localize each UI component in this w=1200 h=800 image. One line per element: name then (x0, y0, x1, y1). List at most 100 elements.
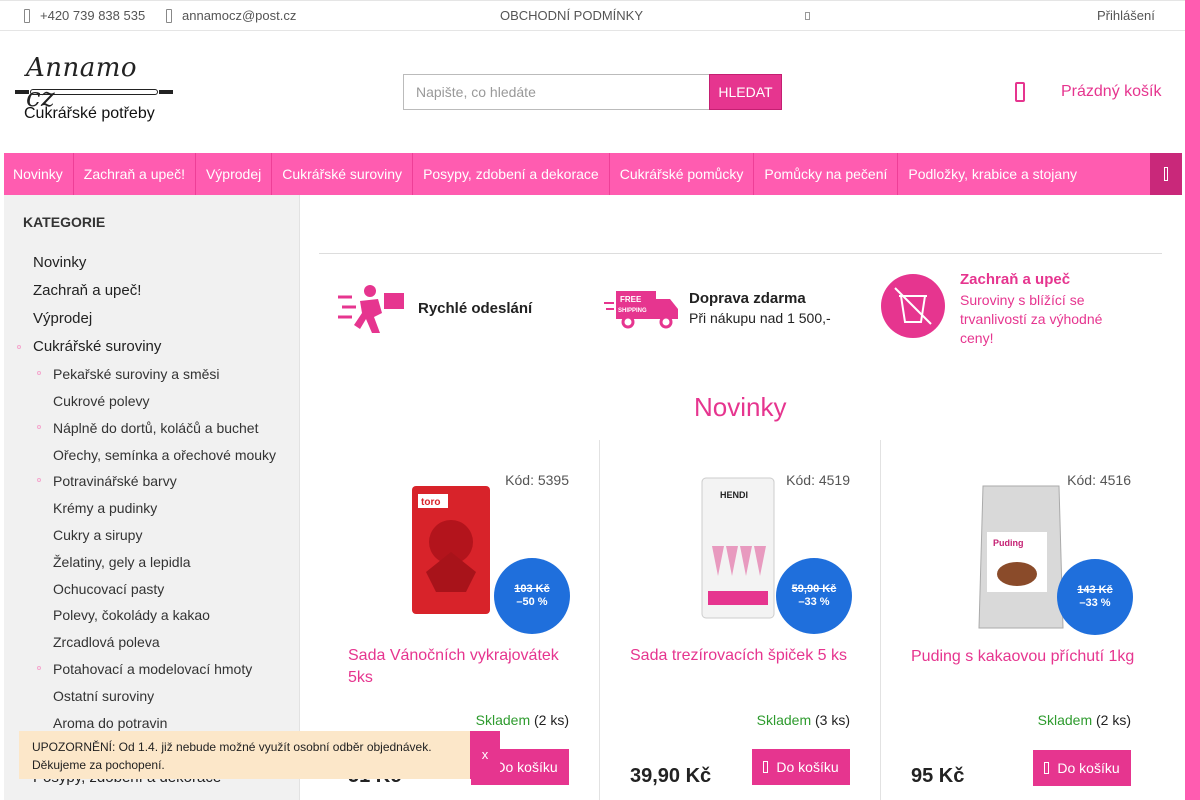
search-button[interactable]: HLEDAT (709, 74, 782, 110)
sidebar-subitem[interactable]: Cukry a sirupy (53, 527, 142, 543)
product-name[interactable]: Sada Vánočních vykrajovátek 5ks (348, 645, 573, 689)
cart-link[interactable]: Prázdný košík (1061, 83, 1161, 101)
sidebar-subitem[interactable]: Ostatní suroviny (53, 688, 154, 704)
nav-more-button[interactable] (1150, 153, 1182, 195)
rolling-pin-icon (15, 89, 173, 95)
stock-qty: (2 ks) (1096, 712, 1131, 728)
feature-title[interactable]: Zachraň a upeč (960, 271, 1135, 288)
feature-shipping: Doprava zdarma Při nákupu nad 1 500,- (689, 290, 831, 326)
nav-item-peceni[interactable]: Pomůcky na pečení (754, 153, 899, 195)
close-icon[interactable]: x (470, 731, 500, 779)
add-to-cart-label: Do košíku (1057, 760, 1120, 776)
feature-save: Zachraň a upeč Suroviny s blížící se trv… (960, 271, 1135, 348)
product-image[interactable]: toro (406, 482, 496, 618)
fast-delivery-icon (338, 285, 404, 333)
product-card[interactable]: Kód: 4516 Puding 143 Kč –33 % Puding s k… (880, 440, 1161, 800)
discount-badge: 103 Kč –50 % (494, 558, 570, 634)
nav-item-posypy[interactable]: Posypy, zdobení a dekorace (413, 153, 610, 195)
sidebar-subitem[interactable]: Potravinářské barvy (53, 473, 177, 489)
stock-status: Skladem (1037, 712, 1093, 728)
sidebar-subitem[interactable]: Potahovací a modelovací hmoty (53, 661, 252, 677)
product-image[interactable]: Puding (973, 482, 1069, 632)
search-input[interactable] (403, 74, 709, 110)
logo-subtitle: Cukrářské potřeby (24, 105, 155, 122)
product-name[interactable]: Puding s kakaovou příchutí 1kg (911, 646, 1136, 668)
add-to-cart-button[interactable]: Do košíku (752, 749, 850, 785)
nav-item-zachran[interactable]: Zachraň a upeč! (74, 153, 196, 195)
expand-dot-icon (17, 345, 21, 349)
product-code: Kód: 4516 (1067, 472, 1131, 488)
notice-banner: UPOZORNĚNÍ: Od 1.4. již nebude možné vyu… (19, 731, 500, 779)
sidebar-item-zachran[interactable]: Zachraň a upeč! (33, 282, 141, 299)
feature-text: Suroviny s blížící se trvanlivostí za vý… (960, 292, 1103, 346)
nav-item-podlozky[interactable]: Podložky, krabice a stojany (898, 153, 1087, 195)
stock-info: Skladem (2 ks) (1038, 712, 1131, 728)
discount-badge: 59,90 Kč –33 % (776, 558, 852, 634)
feature-title: Rychlé odeslání (418, 300, 533, 317)
stock-status: Skladem (475, 712, 531, 728)
content-divider (319, 253, 1162, 254)
phone-number: +420 739 838 535 (40, 8, 146, 23)
phone-link[interactable]: +420 739 838 535 (24, 8, 145, 23)
sidebar-item-novinky[interactable]: Novinky (33, 254, 86, 271)
product-price: 95 Kč (911, 765, 965, 787)
login-link[interactable]: Přihlášení (1097, 8, 1155, 23)
product-code: Kód: 4519 (786, 472, 850, 488)
truck-label-shipping: SHIPPING (618, 308, 647, 314)
stock-qty: (3 ks) (815, 712, 850, 728)
feature-fast: Rychlé odeslání (418, 300, 532, 317)
sidebar-subitem[interactable]: Ořechy, semínka a ořechové mouky (53, 447, 276, 463)
add-to-cart-label: Do košíku (495, 759, 558, 775)
cart-icon (1044, 762, 1050, 774)
search-form: HLEDAT (403, 74, 782, 110)
discount-percent: –33 % (1079, 597, 1111, 609)
stock-status: Skladem (756, 712, 812, 728)
discount-percent: –33 % (798, 596, 830, 608)
nav-item-suroviny[interactable]: Cukrářské suroviny (272, 153, 414, 195)
sidebar-subitem[interactable]: Aroma do potravin (53, 715, 167, 731)
sidebar-subitem[interactable]: Krémy a pudinky (53, 500, 157, 516)
email-link[interactable]: annamocz@post.cz (166, 8, 296, 23)
email-address: annamocz@post.cz (182, 8, 297, 23)
free-shipping-truck-icon: FREE SHIPPING (604, 291, 678, 329)
discount-badge: 143 Kč –33 % (1057, 559, 1133, 635)
sidebar-subitem[interactable]: Polevy, čokolády a kakao (53, 607, 210, 623)
sidebar-subitem[interactable]: Náplně do dortů, koláčů a buchet (53, 420, 258, 436)
sidebar-subitem[interactable]: Zrcadlová poleva (53, 634, 160, 650)
nav-item-vyprodej[interactable]: Výprodej (196, 153, 273, 195)
nav-item-novinky[interactable]: Novinky (4, 153, 74, 195)
sidebar-subitem[interactable]: Cukrové polevy (53, 393, 150, 409)
dropdown-icon[interactable] (805, 12, 810, 20)
section-title: Novinky (694, 392, 787, 422)
product-name[interactable]: Sada trezírovacích špiček 5 ks (630, 645, 855, 667)
product-card[interactable]: Kód: 4519 HENDI 59,90 Kč –33 % Sada trez… (599, 440, 880, 800)
old-price: 59,90 Kč (791, 583, 837, 595)
product-price: 39,90 Kč (630, 765, 712, 787)
add-to-cart-button[interactable]: Do košíku (1033, 750, 1131, 786)
terms-link[interactable]: OBCHODNÍ PODMÍNKY (500, 8, 643, 23)
sidebar-subitem[interactable]: Želatiny, gely a lepidla (53, 554, 190, 570)
sidebar-subitem[interactable]: Pekařské suroviny a směsi (53, 366, 220, 382)
sidebar-subitem[interactable]: Ochucovací pasty (53, 581, 164, 597)
stock-info: Skladem (3 ks) (757, 712, 850, 728)
product-image[interactable]: HENDI (698, 476, 778, 620)
cart-icon (763, 761, 769, 773)
old-price: 143 Kč (1077, 584, 1113, 596)
category-sidebar: KATEGORIE Novinky Zachraň a upeč! Výprod… (4, 195, 300, 800)
truck-label-free: FREE (620, 295, 642, 304)
main-nav: Novinky Zachraň a upeč! Výprodej Cukrářs… (4, 153, 1182, 195)
old-price: 103 Kč (514, 583, 550, 595)
site-logo[interactable]: Annamo cz Cukrářské potřeby (15, 53, 173, 128)
product-brand-text: Puding (993, 538, 1024, 548)
feature-text: Při nákupu nad 1 500,- (689, 310, 831, 326)
nav-item-pomucky[interactable]: Cukrářské pomůcky (610, 153, 755, 195)
menu-icon (1164, 167, 1168, 181)
cart-icon[interactable] (1015, 82, 1025, 102)
sidebar-heading: KATEGORIE (23, 214, 106, 230)
notice-text: UPOZORNĚNÍ: Od 1.4. již nebude možné vyu… (32, 740, 432, 772)
product-brand-text: toro (421, 497, 440, 508)
save-food-icon (881, 274, 945, 338)
sidebar-item-suroviny[interactable]: Cukrářské suroviny (33, 338, 161, 355)
sidebar-item-vyprodej[interactable]: Výprodej (33, 310, 92, 327)
page-edge-bar (1185, 0, 1200, 800)
